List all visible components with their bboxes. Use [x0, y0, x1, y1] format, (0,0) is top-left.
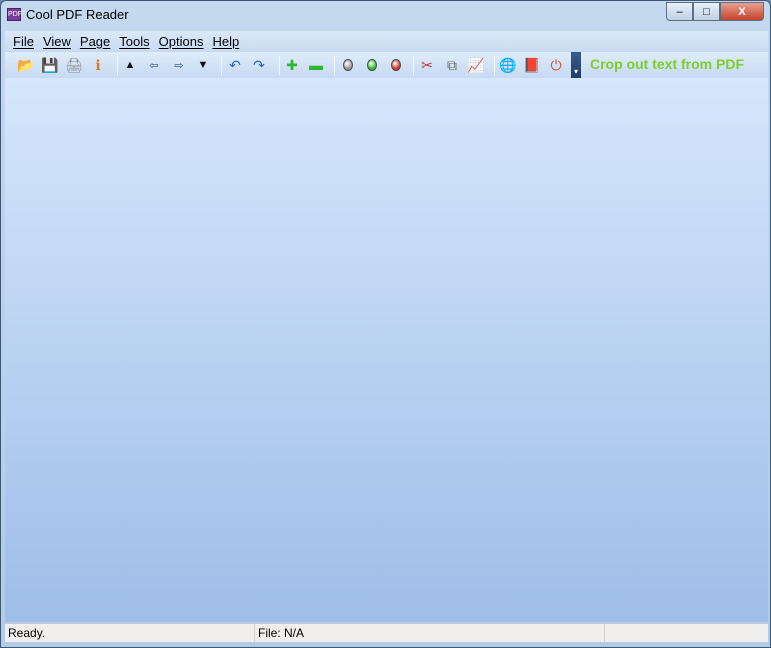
- info-button[interactable]: ℹ: [89, 56, 107, 74]
- chart-icon: 📈: [467, 56, 485, 73]
- status-file: File: N/A: [255, 624, 605, 643]
- menu-view[interactable]: View: [43, 34, 71, 49]
- zoom-out-button[interactable]: ▬: [307, 56, 325, 74]
- redo-icon: ↷: [253, 56, 265, 73]
- toolbar-separator: [221, 56, 222, 75]
- first-page-icon: ▲: [124, 59, 136, 71]
- green-light-button[interactable]: [363, 56, 381, 74]
- redo-button[interactable]: ↷: [250, 56, 268, 74]
- zoom-in-button[interactable]: ✚: [283, 56, 301, 74]
- menu-bar: File View Page Tools Options Help: [5, 31, 768, 51]
- minimize-button[interactable]: –: [666, 2, 693, 21]
- first-page-button[interactable]: ▲: [121, 56, 139, 74]
- undo-icon: ↶: [229, 56, 241, 73]
- gray-light-button[interactable]: [339, 56, 357, 74]
- status-bar: Ready. File: N/A: [5, 623, 768, 643]
- menu-options[interactable]: Options: [159, 34, 204, 49]
- red-light-icon: [391, 59, 401, 71]
- toolbar-separator: [413, 56, 414, 75]
- scissors-button[interactable]: ✂: [418, 56, 436, 74]
- chart-button[interactable]: 📈: [467, 56, 485, 74]
- app-window: PDF Cool PDF Reader – □ X File View Page…: [0, 0, 771, 648]
- app-icon: PDF: [7, 8, 22, 21]
- zoom-out-icon: ▬: [309, 57, 323, 73]
- save-icon: 💾: [41, 56, 59, 73]
- zoom-in-icon: ✚: [286, 56, 298, 73]
- menu-help[interactable]: Help: [212, 34, 239, 49]
- menu-tools[interactable]: Tools: [119, 34, 149, 49]
- help-book-button[interactable]: 📕: [523, 56, 541, 74]
- previous-page-icon: ⇦: [149, 59, 159, 72]
- copy-icon: ⧉: [447, 56, 457, 73]
- toolbar-separator: [334, 56, 335, 75]
- green-light-icon: [367, 59, 377, 71]
- next-page-icon: ⇨: [174, 59, 184, 72]
- save-button[interactable]: 💾: [41, 56, 59, 74]
- power-icon: ⏻: [550, 56, 562, 73]
- copy-button[interactable]: ⧉: [443, 56, 461, 74]
- power-button[interactable]: ⏻: [547, 56, 565, 74]
- open-icon: 📂: [17, 56, 35, 73]
- previous-page-button[interactable]: ⇦: [145, 56, 163, 74]
- crop-text-promo-link[interactable]: Crop out text from PDF: [590, 56, 744, 72]
- print-button[interactable]: 🖨: [65, 56, 83, 74]
- title-bar: PDF Cool PDF Reader: [7, 7, 129, 22]
- red-light-button[interactable]: [387, 56, 405, 74]
- scissors-icon: ✂: [421, 56, 433, 73]
- globe-button[interactable]: 🌐: [499, 56, 517, 74]
- menu-page[interactable]: Page: [80, 34, 110, 49]
- last-page-button[interactable]: ▼: [194, 56, 212, 74]
- window-controls: – □ X: [666, 2, 764, 21]
- globe-icon: 🌐: [499, 56, 517, 73]
- last-page-icon: ▼: [197, 59, 209, 71]
- window-title: Cool PDF Reader: [26, 7, 129, 22]
- gray-light-icon: [343, 59, 353, 71]
- status-message: Ready.: [5, 624, 255, 643]
- info-icon: ℹ: [95, 56, 101, 73]
- open-button[interactable]: 📂: [17, 56, 35, 74]
- toolbar-separator: [279, 56, 280, 75]
- document-area[interactable]: [5, 78, 768, 622]
- next-page-button[interactable]: ⇨: [170, 56, 188, 74]
- toolbar-overflow-button[interactable]: ▾: [571, 52, 581, 78]
- undo-button[interactable]: ↶: [226, 56, 244, 74]
- toolbar-separator: [117, 56, 118, 75]
- maximize-button[interactable]: □: [693, 2, 720, 21]
- help-book-icon: 📕: [523, 56, 541, 73]
- close-button[interactable]: X: [720, 2, 764, 21]
- status-panel-empty: [605, 624, 768, 643]
- menu-file[interactable]: File: [13, 34, 34, 49]
- toolbar-separator: [494, 56, 495, 75]
- toolbar: ▾ Crop out text from PDF 📂 💾 🖨 ℹ ▲ ⇦ ⇨ ▼ ↶ ↷ ✚ ▬ ✂ ⧉ 📈…: [5, 52, 768, 78]
- print-icon: 🖨: [65, 56, 83, 73]
